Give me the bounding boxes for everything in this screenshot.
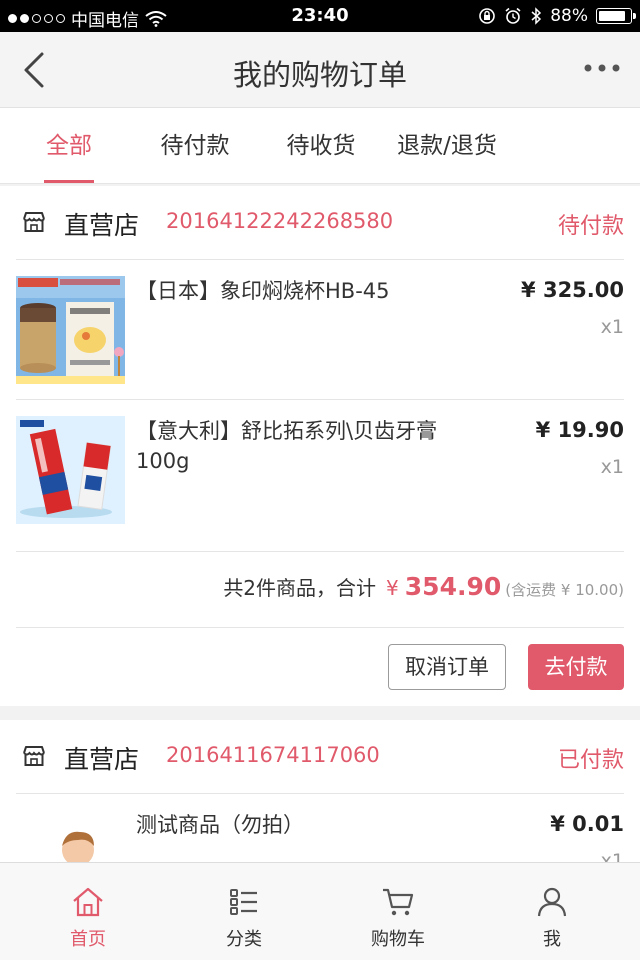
tab-pending-payment[interactable]: 待付款 xyxy=(140,108,250,184)
order-card: 直营店 2016411674117060 已付款 测试商品（勿拍） ¥ 0.01… xyxy=(0,720,640,934)
tab-pending-receipt[interactable]: 待收货 xyxy=(266,108,376,184)
alarm-icon xyxy=(505,7,521,24)
status-bar: 中国电信 23:40 88% xyxy=(0,0,640,32)
store-icon xyxy=(23,746,45,766)
store-icon xyxy=(23,212,45,232)
product-price: ¥ 19.90 xyxy=(535,418,624,442)
order-status: 已付款 xyxy=(557,748,624,773)
battery-percent: 88% xyxy=(550,6,588,26)
orientation-lock-icon xyxy=(479,8,496,24)
list-icon xyxy=(230,889,257,915)
product-quantity: x1 xyxy=(600,456,624,478)
tabbar-item-cart[interactable]: 购物车 xyxy=(318,863,478,960)
order-filter-tabs: 全部 待付款 待收货 退款/退货 xyxy=(0,108,640,184)
tabbar-label: 分类 xyxy=(226,929,262,950)
store-name: 直营店 xyxy=(64,745,140,774)
tab-all[interactable]: 全部 xyxy=(24,108,114,184)
order-header: 直营店 2016412224226858­0 待付款 xyxy=(16,186,624,260)
cart-icon xyxy=(383,888,414,916)
tabbar-label: 购物车 xyxy=(371,929,425,950)
shipping-note: (含运费 ¥ 10.00) xyxy=(505,581,624,599)
product-image-food-jar xyxy=(16,276,125,384)
product-quantity: x1 xyxy=(600,316,624,338)
tabbar-item-category[interactable]: 分类 xyxy=(164,863,324,960)
tabbar-item-me[interactable]: 我 xyxy=(472,863,632,960)
product-name: 测试商品（勿拍） xyxy=(136,813,304,837)
order-item[interactable]: 【意大利】舒比拓系列\贝齿牙膏100g ¥ 19.90 x1 xyxy=(16,400,624,552)
bluetooth-icon xyxy=(531,7,542,25)
order-actions: 取消订单 去付款 xyxy=(16,628,624,706)
more-dots-icon[interactable] xyxy=(582,56,622,80)
user-icon xyxy=(537,887,567,917)
page-title: 我的购物订单 xyxy=(232,58,407,92)
total-currency: ¥ xyxy=(386,576,399,600)
home-icon xyxy=(73,887,103,917)
product-price: ¥ 325.00 xyxy=(521,278,624,302)
order-card: 直营店 2016412224226858­0 待付款 【日本】象印焖烧杯HB-4… xyxy=(0,186,640,706)
order-summary: 共2件商品，合计 ¥354.90 (含运费 ¥ 10.00) xyxy=(16,552,624,628)
tabbar-label: 我 xyxy=(543,929,561,950)
order-total: 354.90 xyxy=(404,572,502,601)
battery-icon xyxy=(596,8,636,24)
product-name: 【日本】象印焖烧杯HB-45 xyxy=(136,279,390,303)
summary-text: 共2件商品，合计 xyxy=(223,576,377,600)
order-item[interactable]: 【日本】象印焖烧杯HB-45 ¥ 325.00 x1 xyxy=(16,260,624,400)
active-tab-indicator xyxy=(44,180,94,183)
product-image-toothpaste xyxy=(16,416,125,524)
cancel-order-button[interactable]: 取消订单 xyxy=(388,644,506,690)
bottom-tab-bar: 首页 分类 购物车 我 xyxy=(0,862,640,960)
product-name: 【意大利】舒比拓系列\贝齿牙膏100g xyxy=(136,419,438,473)
product-price: ¥ 0.01 xyxy=(550,812,624,836)
order-number: 2016412224226858­0 xyxy=(166,209,394,233)
navigation-bar: 我的购物订单 xyxy=(0,32,640,108)
store-name: 直营店 xyxy=(64,211,140,240)
tabbar-item-home[interactable]: 首页 xyxy=(8,863,168,960)
tabbar-label: 首页 xyxy=(70,929,106,950)
order-header: 直营店 2016411674117060 已付款 xyxy=(16,720,624,794)
order-number: 2016411674117060 xyxy=(166,743,380,767)
pay-button[interactable]: 去付款 xyxy=(528,644,624,690)
tab-refund-return[interactable]: 退款/退货 xyxy=(388,108,506,184)
order-status: 待付款 xyxy=(557,214,624,239)
